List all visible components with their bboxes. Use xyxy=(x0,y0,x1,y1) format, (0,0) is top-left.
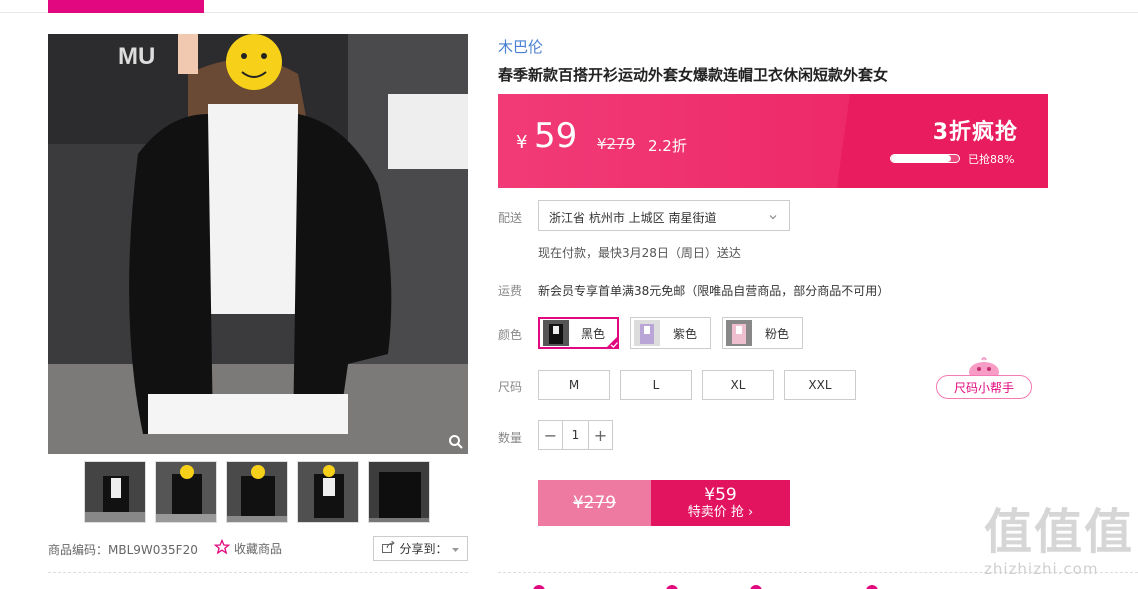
color-swatch xyxy=(726,320,752,346)
share-icon xyxy=(382,540,396,556)
color-label: 颜色 xyxy=(498,328,523,342)
thumbnail[interactable] xyxy=(226,461,288,523)
thumbnail-strip xyxy=(84,461,430,523)
color-option-purple[interactable]: 紫色 xyxy=(630,317,711,349)
watermark-logo: 值值值 xyxy=(984,504,1135,560)
thumbnail[interactable] xyxy=(155,461,217,523)
thumbnail[interactable] xyxy=(368,461,430,523)
quantity-value[interactable]: 1 xyxy=(562,421,589,449)
brand-link[interactable]: 木巴伦 xyxy=(498,36,543,57)
quantity-plus-button[interactable]: + xyxy=(589,421,612,449)
thumbnail[interactable] xyxy=(84,461,146,523)
pink-dot xyxy=(666,585,678,589)
color-swatch xyxy=(634,320,660,346)
quantity-stepper: − 1 + xyxy=(538,420,613,450)
star-icon xyxy=(213,538,231,558)
color-options: 黑色 紫色 粉色 xyxy=(538,317,803,349)
product-photo: MU xyxy=(48,34,468,454)
sold-progress-fill xyxy=(891,155,951,162)
chevron-down-icon xyxy=(769,210,777,220)
current-price: 59 xyxy=(534,116,578,156)
color-option-pink[interactable]: 粉色 xyxy=(722,317,803,349)
sold-percent-text: 已抢88% xyxy=(968,153,1015,166)
favorite-label: 收藏商品 xyxy=(234,542,283,556)
sold-progress-bar xyxy=(890,154,960,163)
top-nav-bar xyxy=(0,0,1138,13)
caret-down-icon xyxy=(451,542,459,556)
pink-dot xyxy=(533,585,545,589)
color-swatch xyxy=(543,320,569,346)
size-helper-label: 尺码小帮手 xyxy=(936,375,1032,399)
size-helper-button[interactable]: 尺码小帮手 xyxy=(936,356,1034,400)
pink-dot xyxy=(866,585,878,589)
divider xyxy=(48,572,468,573)
watermark-url: zhizhizhi.com xyxy=(984,560,1099,578)
product-code: 商品编码：MBL9W035F20 xyxy=(48,543,198,557)
buy-action-label: 特卖价 抢 › xyxy=(687,505,754,520)
shipping-text: 新会员专享首单满38元免邮（限唯品自营商品，部分商品不可用） xyxy=(538,284,890,298)
currency-symbol: ¥ xyxy=(516,132,528,153)
share-label: 分享到： xyxy=(399,542,448,556)
size-option-l[interactable]: L xyxy=(620,370,692,400)
color-name: 粉色 xyxy=(764,326,789,341)
zoom-icon[interactable] xyxy=(448,434,464,450)
buy-button[interactable]: ¥279 ¥59 特卖价 抢 › xyxy=(538,480,790,526)
size-option-xl[interactable]: XL xyxy=(702,370,774,400)
color-name: 紫色 xyxy=(672,326,697,341)
favorite-button[interactable]: 收藏商品 xyxy=(213,538,283,558)
selected-check-icon xyxy=(605,335,619,349)
quantity-label: 数量 xyxy=(498,431,523,445)
delivery-address-select[interactable]: 浙江省 杭州市 上城区 南星街道 xyxy=(538,200,790,231)
product-meta-row: 商品编码：MBL9W035F20 收藏商品 分享到： xyxy=(48,536,468,562)
svg-text:MU: MU xyxy=(118,43,155,70)
original-price: ¥279 xyxy=(597,135,636,153)
size-label: 尺码 xyxy=(498,380,523,394)
promo-title: 3折疯抢 xyxy=(932,120,1018,145)
delivery-label: 配送 xyxy=(498,211,523,225)
delivery-time: 现在付款，最快3月28日（周日）送达 xyxy=(538,246,741,260)
thumbnail[interactable] xyxy=(297,461,359,523)
size-options: M L XL XXL xyxy=(538,370,856,400)
product-page: MU 商品编码：MBL9W035F20 收藏商品 分享到： 木巴伦 春季新款百搭… xyxy=(0,0,1138,589)
color-option-black[interactable]: 黑色 xyxy=(538,317,619,349)
product-title: 春季新款百搭开衫运动外套女爆款连帽卫衣休闲短款外套女 xyxy=(498,66,889,84)
discount-rate: 2.2折 xyxy=(648,137,687,155)
size-option-m[interactable]: M xyxy=(538,370,610,400)
price-banner: ¥ 59 ¥279 2.2折 3折疯抢 已抢88% xyxy=(498,94,1048,188)
share-button[interactable]: 分享到： xyxy=(373,536,468,561)
main-product-image[interactable]: MU xyxy=(48,34,468,454)
buy-now-section: ¥59 特卖价 抢 › xyxy=(651,480,790,526)
site-watermark: 值值值 zhizhizhi.com xyxy=(984,504,1134,584)
pink-dot xyxy=(750,585,762,589)
delivery-address: 浙江省 杭州市 上城区 南星街道 xyxy=(549,211,717,225)
shipping-label: 运费 xyxy=(498,284,523,298)
quantity-minus-button[interactable]: − xyxy=(539,421,562,449)
buy-price: ¥59 xyxy=(704,485,737,505)
size-option-xxl[interactable]: XXL xyxy=(784,370,856,400)
active-nav-tab[interactable] xyxy=(48,0,204,13)
buy-original-price: ¥279 xyxy=(538,480,651,526)
